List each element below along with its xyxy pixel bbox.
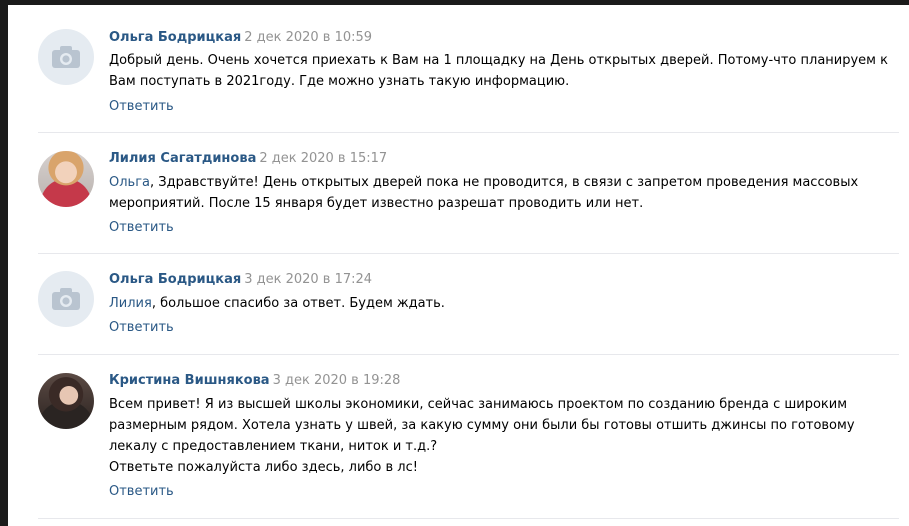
comment-line: Вам поступать в 2021году. Где можно узна… (109, 74, 570, 89)
avatar[interactable] (38, 271, 94, 327)
reply-button[interactable]: Ответить (109, 219, 174, 237)
comment-text: Всем привет! Я из высшей школы экономики… (109, 394, 899, 478)
comment-line: Добрый день. Очень хочется приехать к Ва… (109, 53, 888, 68)
mention-link[interactable]: Лилия (109, 296, 152, 311)
comment-header: Ольга Бодрицкая 3 дек 2020 в 17:24 (109, 271, 372, 289)
divider (38, 132, 899, 133)
comment-line: Всем привет! Я из высшей школы экономики… (109, 397, 848, 412)
divider (38, 518, 899, 519)
comment-date[interactable]: 2 дек 2020 в 10:59 (244, 30, 372, 45)
author-name[interactable]: Кристина Вишнякова (109, 373, 270, 388)
avatar[interactable] (38, 151, 94, 207)
reply-button[interactable]: Ответить (109, 98, 174, 116)
comment-line: лекалу с предоставлением ткани, ниток и … (109, 439, 438, 454)
comment-header: Ольга Бодрицкая 2 дек 2020 в 10:59 (109, 29, 372, 47)
mention-link[interactable]: Ольга (109, 175, 150, 190)
reply-button[interactable]: Ответить (109, 483, 174, 501)
author-name[interactable]: Ольга Бодрицкая (109, 272, 241, 287)
avatar[interactable] (38, 29, 94, 85)
reply-button[interactable]: Ответить (109, 319, 174, 337)
comment-date[interactable]: 3 дек 2020 в 19:28 (273, 373, 401, 388)
comment-text: Добрый день. Очень хочется приехать к Ва… (109, 50, 899, 92)
camera-placeholder-icon (52, 288, 80, 310)
divider (38, 253, 899, 254)
author-name[interactable]: Лилия Сагатдинова (109, 151, 256, 166)
screen-border-left (0, 0, 8, 526)
comment-text: Лилия, большое спасибо за ответ. Будем ж… (109, 293, 899, 314)
comments-panel: Ольга Бодрицкая 2 дек 2020 в 10:59 Добрый… (8, 5, 909, 526)
comment-line: размерным рядом. Хотела узнать у швей, з… (109, 418, 855, 433)
comment-date[interactable]: 2 дек 2020 в 15:17 (259, 151, 387, 166)
comment-header: Лилия Сагатдинова 2 дек 2020 в 15:17 (109, 150, 387, 168)
comment-line: Лилия, большое спасибо за ответ. Будем ж… (109, 296, 445, 311)
comment-date[interactable]: 3 дек 2020 в 17:24 (244, 272, 372, 287)
comment-header: Кристина Вишнякова 3 дек 2020 в 19:28 (109, 372, 400, 390)
comment-line: Ольга, Здравствуйте! День открытых двере… (109, 175, 859, 190)
camera-placeholder-icon (52, 46, 80, 68)
author-name[interactable]: Ольга Бодрицкая (109, 30, 241, 45)
avatar[interactable] (38, 373, 94, 429)
comment-line: мероприятий. После 15 января будет извес… (109, 196, 644, 211)
comment-line: Ответьте пожалуйста либо здесь, либо в л… (109, 460, 418, 475)
divider (38, 354, 899, 355)
comment-text: Ольга, Здравствуйте! День открытых двере… (109, 172, 899, 214)
